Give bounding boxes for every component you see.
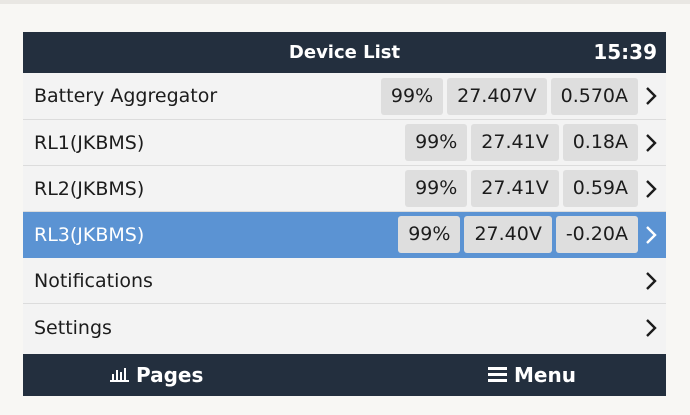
device-values: 99% 27.41V 0.18A [405,124,638,161]
menu-button[interactable]: Menu [488,354,576,396]
chevron-right-icon [644,85,658,107]
current-value: -0.20A [555,216,638,253]
soc-value: 99% [398,216,461,253]
clock: 15:39 [593,40,657,64]
soc-value: 99% [380,77,444,115]
page-title: Device List [288,42,401,63]
device-name: RL2(JKBMS) [34,177,145,200]
device-name: RL3(JKBMS) [34,223,145,246]
pages-button[interactable]: Pages [110,354,203,396]
soc-value: 99% [405,124,468,161]
menu-label: Menu [514,363,576,387]
notifications-row[interactable]: Notifications [23,258,666,304]
device-row-rl3[interactable]: RL3(JKBMS) 99% 27.40V -0.20A [23,212,666,258]
settings-row[interactable]: Settings [23,304,666,351]
chevron-right-icon [644,178,658,200]
device-values: 99% 27.40V -0.20A [398,216,638,253]
chevron-right-icon [644,270,658,292]
device-row-rl1[interactable]: RL1(JKBMS) 99% 27.41V 0.18A [23,120,666,166]
soc-value: 99% [405,170,468,207]
header-bar: Device List 15:39 [23,32,666,73]
chevron-right-icon [644,224,658,246]
device-name: RL1(JKBMS) [34,131,145,154]
current-value: 0.570A [550,77,638,115]
voltage-value: 27.41V [471,124,559,161]
pages-label: Pages [136,363,204,387]
current-value: 0.18A [562,124,638,161]
footer-bar: Pages Menu [23,354,666,396]
notifications-label: Notifications [34,269,153,292]
device-list-panel: Device List 15:39 Battery Aggregator 99%… [23,32,666,396]
top-strip [0,0,690,4]
device-name: Battery Aggregator [34,85,218,107]
chevron-right-icon [644,317,658,339]
device-values: 99% 27.407V 0.570A [380,77,638,115]
device-values: 99% 27.41V 0.59A [405,170,638,207]
voltage-value: 27.41V [471,170,559,207]
current-value: 0.59A [562,170,638,207]
chevron-right-icon [644,132,658,154]
hamburger-menu-icon [488,354,508,396]
device-row-rl2[interactable]: RL2(JKBMS) 99% 27.41V 0.59A [23,166,666,212]
voltage-value: 27.407V [447,77,547,115]
settings-label: Settings [34,316,112,339]
device-row-battery-aggregator[interactable]: Battery Aggregator 99% 27.407V 0.570A [23,73,666,120]
bar-chart-icon [110,354,130,396]
voltage-value: 27.40V [464,216,552,253]
